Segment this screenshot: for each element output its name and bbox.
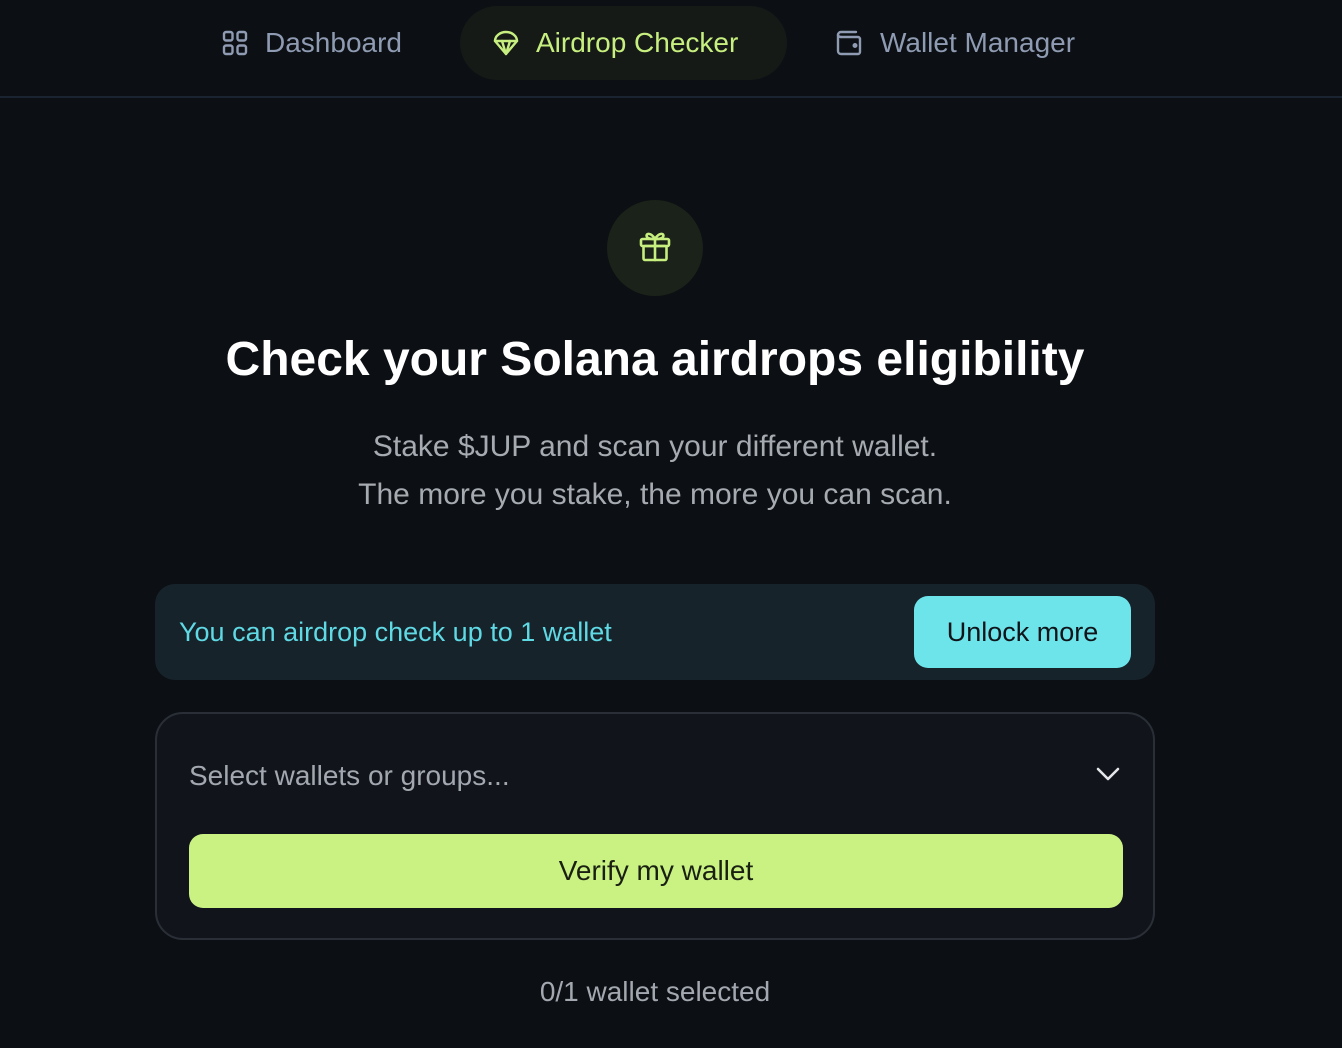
chevron-down-icon	[1093, 759, 1123, 794]
subtitle-line-2: The more you stake, the more you can sca…	[358, 478, 952, 511]
wallet-select-placeholder: Select wallets or groups...	[189, 760, 510, 791]
page-title: Check your Solana airdrops eligibility	[225, 333, 1085, 386]
wallet-icon	[834, 28, 864, 58]
wallet-limit-text: You can airdrop check up to 1 wallet	[179, 617, 612, 647]
top-navigation: Dashboard Airdrop Checker Wallet Manager	[0, 0, 1342, 98]
wallet-selected-count: 0/1 wallet selected	[539, 976, 771, 1007]
grid-icon	[221, 29, 249, 57]
nav-tab-label: Dashboard	[265, 27, 402, 58]
wallet-limit-banner: You can airdrop check up to 1 wallet Unl…	[155, 584, 1155, 680]
gift-badge	[607, 200, 703, 296]
gift-icon	[637, 228, 673, 269]
nav-tab-wallet-manager[interactable]: Wallet Manager	[834, 6, 1075, 80]
nav-tab-airdrop-checker[interactable]: Airdrop Checker	[460, 6, 787, 80]
unlock-more-button[interactable]: Unlock more	[914, 596, 1131, 668]
nav-tab-label: Airdrop Checker	[536, 27, 739, 58]
nav-tab-label: Wallet Manager	[880, 27, 1076, 58]
nav-tab-dashboard[interactable]: Dashboard	[221, 6, 402, 80]
subtitle-line-1: Stake $JUP and scan your different walle…	[372, 430, 938, 463]
wallet-select-dropdown[interactable]: Select wallets or groups...	[189, 754, 1123, 798]
parachute-icon	[492, 29, 520, 57]
verify-wallet-button[interactable]: Verify my wallet	[189, 834, 1123, 908]
wallet-select-card: Select wallets or groups... Verify my wa…	[155, 712, 1155, 940]
